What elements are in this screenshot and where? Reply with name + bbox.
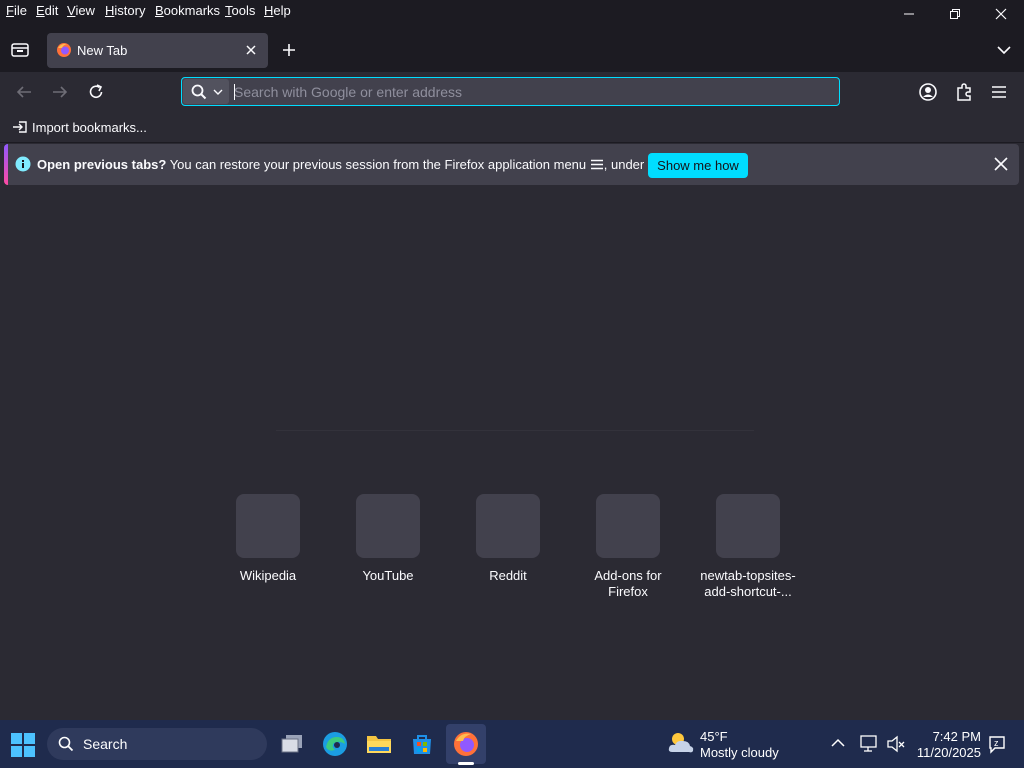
top-site-label: Reddit <box>489 568 527 583</box>
edge-button[interactable] <box>315 724 355 764</box>
plus-icon[interactable] <box>282 43 296 57</box>
import-bookmarks-label: Import bookmarks... <box>32 119 147 135</box>
top-site-label: newtab-topsites-add-shortcut-... <box>700 568 796 599</box>
top-site-addons[interactable]: Add-ons for Firefox <box>568 494 688 600</box>
weather-icon[interactable] <box>666 730 696 756</box>
account-icon[interactable] <box>918 82 938 102</box>
search-mode-button[interactable] <box>183 79 229 104</box>
session-restore-notification: Open previous tabs? You can restore your… <box>4 144 1019 185</box>
minimize-icon <box>904 13 914 15</box>
menu-help[interactable]: Help <box>264 3 291 18</box>
top-site-wikipedia[interactable]: Wikipedia <box>208 494 328 584</box>
volume-icon[interactable] <box>886 735 906 753</box>
menu-file[interactable]: File <box>6 3 27 18</box>
import-icon <box>13 121 27 133</box>
top-site-tile <box>356 494 420 558</box>
show-me-how-button[interactable]: Show me how <box>648 153 748 178</box>
task-view-icon <box>281 735 302 753</box>
top-site-label: Add-ons for Firefox <box>594 568 662 599</box>
taskbar-search-label: Search <box>83 736 128 752</box>
windows-start-icon[interactable] <box>11 733 35 757</box>
close-icon <box>995 8 1007 20</box>
top-site-tile <box>476 494 540 558</box>
menu-edit[interactable]: Edit <box>36 3 58 18</box>
notification-accent <box>4 144 8 185</box>
top-site-youtube[interactable]: YouTube <box>328 494 448 584</box>
clock-time[interactable]: 7:42 PM <box>910 729 981 744</box>
menu-history[interactable]: History <box>105 3 145 18</box>
menu-bookmarks[interactable]: Bookmarks <box>155 3 220 18</box>
forward-icon[interactable] <box>51 84 69 100</box>
close-icon[interactable] <box>994 157 1008 171</box>
close-icon[interactable] <box>246 45 256 55</box>
firefox-icon <box>454 732 478 756</box>
search-icon <box>191 84 207 100</box>
menu-tools[interactable]: Tools <box>225 3 255 18</box>
file-explorer-button[interactable] <box>359 724 399 764</box>
menu-view[interactable]: View <box>67 3 95 18</box>
tab-new-tab[interactable]: New Tab <box>47 33 268 68</box>
top-site-label: YouTube <box>362 568 414 583</box>
info-icon <box>15 156 31 172</box>
search-icon <box>58 736 74 752</box>
svg-text:z: z <box>994 738 999 748</box>
notification-icon[interactable]: z <box>987 734 1007 754</box>
hamburger-menu-icon <box>590 159 603 170</box>
back-icon[interactable] <box>15 84 33 100</box>
firefox-logo-icon <box>57 43 71 57</box>
content-divider <box>276 430 754 431</box>
hamburger-menu-icon[interactable] <box>991 85 1007 99</box>
weather-temperature: 45°F <box>700 729 728 744</box>
firefox-view-icon[interactable] <box>11 42 29 58</box>
top-site-tile <box>716 494 780 558</box>
notification-text: You can restore your previous session fr… <box>166 157 590 172</box>
address-bar[interactable] <box>181 77 840 106</box>
firefox-taskbar-button[interactable] <box>446 724 486 764</box>
store-button[interactable] <box>402 724 442 764</box>
chevron-down-icon[interactable] <box>997 45 1011 55</box>
top-site-tile <box>596 494 660 558</box>
bookmarks-toolbar: Import bookmarks... <box>0 112 1024 143</box>
import-bookmarks-button[interactable]: Import bookmarks... <box>12 118 147 136</box>
store-icon <box>413 735 431 754</box>
restore-icon <box>950 9 960 19</box>
taskbar-search[interactable]: Search <box>47 728 267 760</box>
notification-message: Open previous tabs? You can restore your… <box>37 157 691 172</box>
task-view-button[interactable] <box>272 724 312 764</box>
notification-title: Open previous tabs? <box>37 157 167 172</box>
active-app-indicator <box>458 762 474 765</box>
top-site-add-shortcut[interactable]: newtab-topsites-add-shortcut-... <box>688 494 808 600</box>
extensions-icon[interactable] <box>955 82 973 102</box>
edge-icon <box>323 732 347 756</box>
menu-bar: File Edit View History Bookmarks Tools H… <box>0 0 1024 24</box>
text-caret <box>234 84 235 100</box>
reload-icon[interactable] <box>87 83 105 101</box>
address-input[interactable] <box>234 78 834 105</box>
network-icon[interactable] <box>860 735 880 753</box>
top-site-tile <box>236 494 300 558</box>
file-explorer-icon <box>367 736 391 753</box>
chevron-down-icon <box>213 89 223 95</box>
weather-description: Mostly cloudy <box>700 745 779 760</box>
top-site-label: Wikipedia <box>239 568 297 583</box>
clock-date[interactable]: 11/20/2025 <box>910 745 981 760</box>
tab-title: New Tab <box>77 43 128 58</box>
top-site-reddit[interactable]: Reddit <box>448 494 568 584</box>
chevron-up-icon[interactable] <box>831 738 845 748</box>
